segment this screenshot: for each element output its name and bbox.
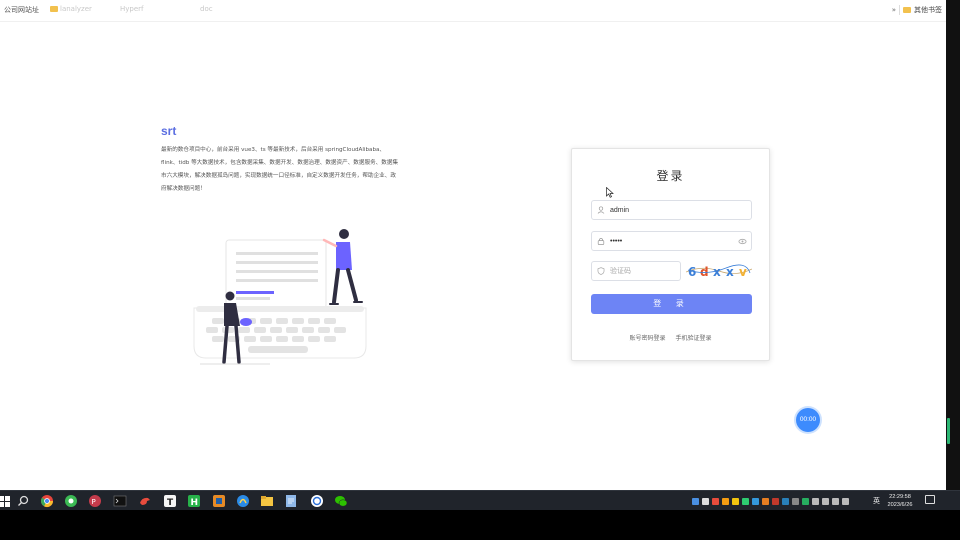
wechat-icon[interactable] <box>334 494 348 508</box>
bookmarks-bar: 公司网站址 lanalyzer Hyperf doc » 其他书签 <box>0 0 946 22</box>
alt-login-links: 账号密码登录 手机验证登录 <box>572 333 769 342</box>
brand-title: srt <box>161 124 177 138</box>
hbuilder-icon[interactable]: H <box>187 494 201 508</box>
captcha-char: x <box>713 265 721 279</box>
captcha-placeholder: 验证码 <box>610 267 631 275</box>
tray-app-icon[interactable] <box>702 497 709 505</box>
other-bookmarks-label: 其他书签 <box>914 6 942 14</box>
tray-app-icon[interactable] <box>772 497 779 505</box>
eye-icon[interactable] <box>738 237 747 246</box>
login-title: 登录 <box>656 169 685 183</box>
bookmark-item[interactable]: Hyperf <box>120 5 144 13</box>
input-method-indicator[interactable]: 英 <box>873 496 880 506</box>
windows-logo-icon[interactable] <box>0 494 12 508</box>
system-tray <box>692 495 849 507</box>
window-edge <box>946 0 960 490</box>
login-card: 登录 admin ••••• 验证码 6 d x x v 登 录 账号密码登录 … <box>571 148 770 361</box>
bookmark-item[interactable]: 公司网站址 <box>4 5 39 15</box>
keyboard-icon[interactable] <box>832 497 839 505</box>
mouse-cursor-icon <box>606 187 614 198</box>
intro-section: srt 最新的数仓项目中心，前台采用 vue3、ts 等最新技术，后台采用 sp… <box>161 124 401 196</box>
tray-app-icon[interactable] <box>802 497 809 505</box>
red-app-icon[interactable]: P <box>88 494 102 508</box>
blue-app-icon[interactable] <box>236 494 250 508</box>
tray-app-icon[interactable] <box>732 497 739 505</box>
account-login-link[interactable]: 账号密码登录 <box>630 335 666 342</box>
tray-app-icon[interactable] <box>722 497 729 505</box>
bookmark-label: lanalyzer <box>60 5 92 13</box>
blue-circle-icon[interactable] <box>310 494 324 508</box>
svg-text:P: P <box>92 498 96 506</box>
folder-icon <box>50 6 58 12</box>
password-value: ••••• <box>610 237 623 245</box>
red-bird-icon[interactable] <box>138 494 152 508</box>
login-button[interactable]: 登 录 <box>591 294 752 314</box>
bookmark-label: doc <box>200 5 213 13</box>
recording-indicator <box>947 418 950 444</box>
chevron-right-icon[interactable]: » <box>892 6 896 14</box>
file-explorer-icon[interactable] <box>260 494 274 508</box>
lock-icon <box>597 238 605 245</box>
captcha-char: d <box>700 265 709 279</box>
microphone-icon[interactable] <box>812 497 819 505</box>
taskbar: P T H 英 22:29:58 2023/6/26 <box>0 490 960 510</box>
password-input[interactable]: ••••• <box>591 231 752 251</box>
user-icon <box>597 206 605 214</box>
tray-app-icon[interactable] <box>762 497 769 505</box>
captcha-image[interactable]: 6 d x x v <box>686 262 752 280</box>
clock-date: 2023/6/26 <box>887 502 913 508</box>
floating-timer-button[interactable]: 00:00 <box>796 408 820 432</box>
captcha-input[interactable]: 验证码 <box>591 261 681 281</box>
tray-app-icon[interactable] <box>692 497 699 505</box>
orange-app-icon[interactable] <box>212 494 226 508</box>
shield-icon <box>597 267 605 275</box>
phone-login-link[interactable]: 手机验证登录 <box>675 335 711 342</box>
typewriter-illustration <box>193 229 367 365</box>
svg-text:T: T <box>167 498 174 508</box>
tray-app-icon[interactable] <box>742 497 749 505</box>
intro-description: 最新的数仓项目中心，前台采用 vue3、ts 等最新技术，后台采用 spring… <box>161 147 399 192</box>
green-app-icon[interactable] <box>64 494 78 508</box>
search-icon[interactable] <box>16 494 30 508</box>
network-icon[interactable] <box>822 497 829 505</box>
bookmark-item[interactable]: doc <box>200 5 213 13</box>
username-input[interactable]: admin <box>591 200 752 220</box>
username-value: admin <box>610 206 630 214</box>
tray-app-icon[interactable] <box>752 497 759 505</box>
browser-viewport: 公司网站址 lanalyzer Hyperf doc » 其他书签 srt 最新… <box>0 0 946 490</box>
svg-text:H: H <box>191 498 199 508</box>
bookmark-label: Hyperf <box>120 5 144 13</box>
terminal-icon[interactable] <box>113 494 127 508</box>
notepad-icon[interactable] <box>284 494 298 508</box>
tray-app-icon[interactable] <box>792 497 799 505</box>
bookmark-label: 公司网站址 <box>4 6 39 14</box>
captcha-char: x <box>726 265 734 279</box>
bluetooth-icon[interactable] <box>782 497 789 505</box>
typora-icon[interactable]: T <box>163 494 177 508</box>
chrome-icon[interactable] <box>40 494 54 508</box>
folder-icon <box>903 7 911 13</box>
clock-time: 22:29:58 <box>889 494 911 500</box>
divider <box>899 5 900 15</box>
volume-icon[interactable] <box>842 497 849 505</box>
notification-center-icon[interactable] <box>925 495 935 504</box>
other-bookmarks[interactable]: » 其他书签 <box>892 5 942 15</box>
system-clock[interactable]: 22:29:58 2023/6/26 <box>884 493 916 509</box>
bookmark-item[interactable]: lanalyzer <box>50 5 92 13</box>
tray-app-icon[interactable] <box>712 497 719 505</box>
screen-border <box>0 510 960 540</box>
